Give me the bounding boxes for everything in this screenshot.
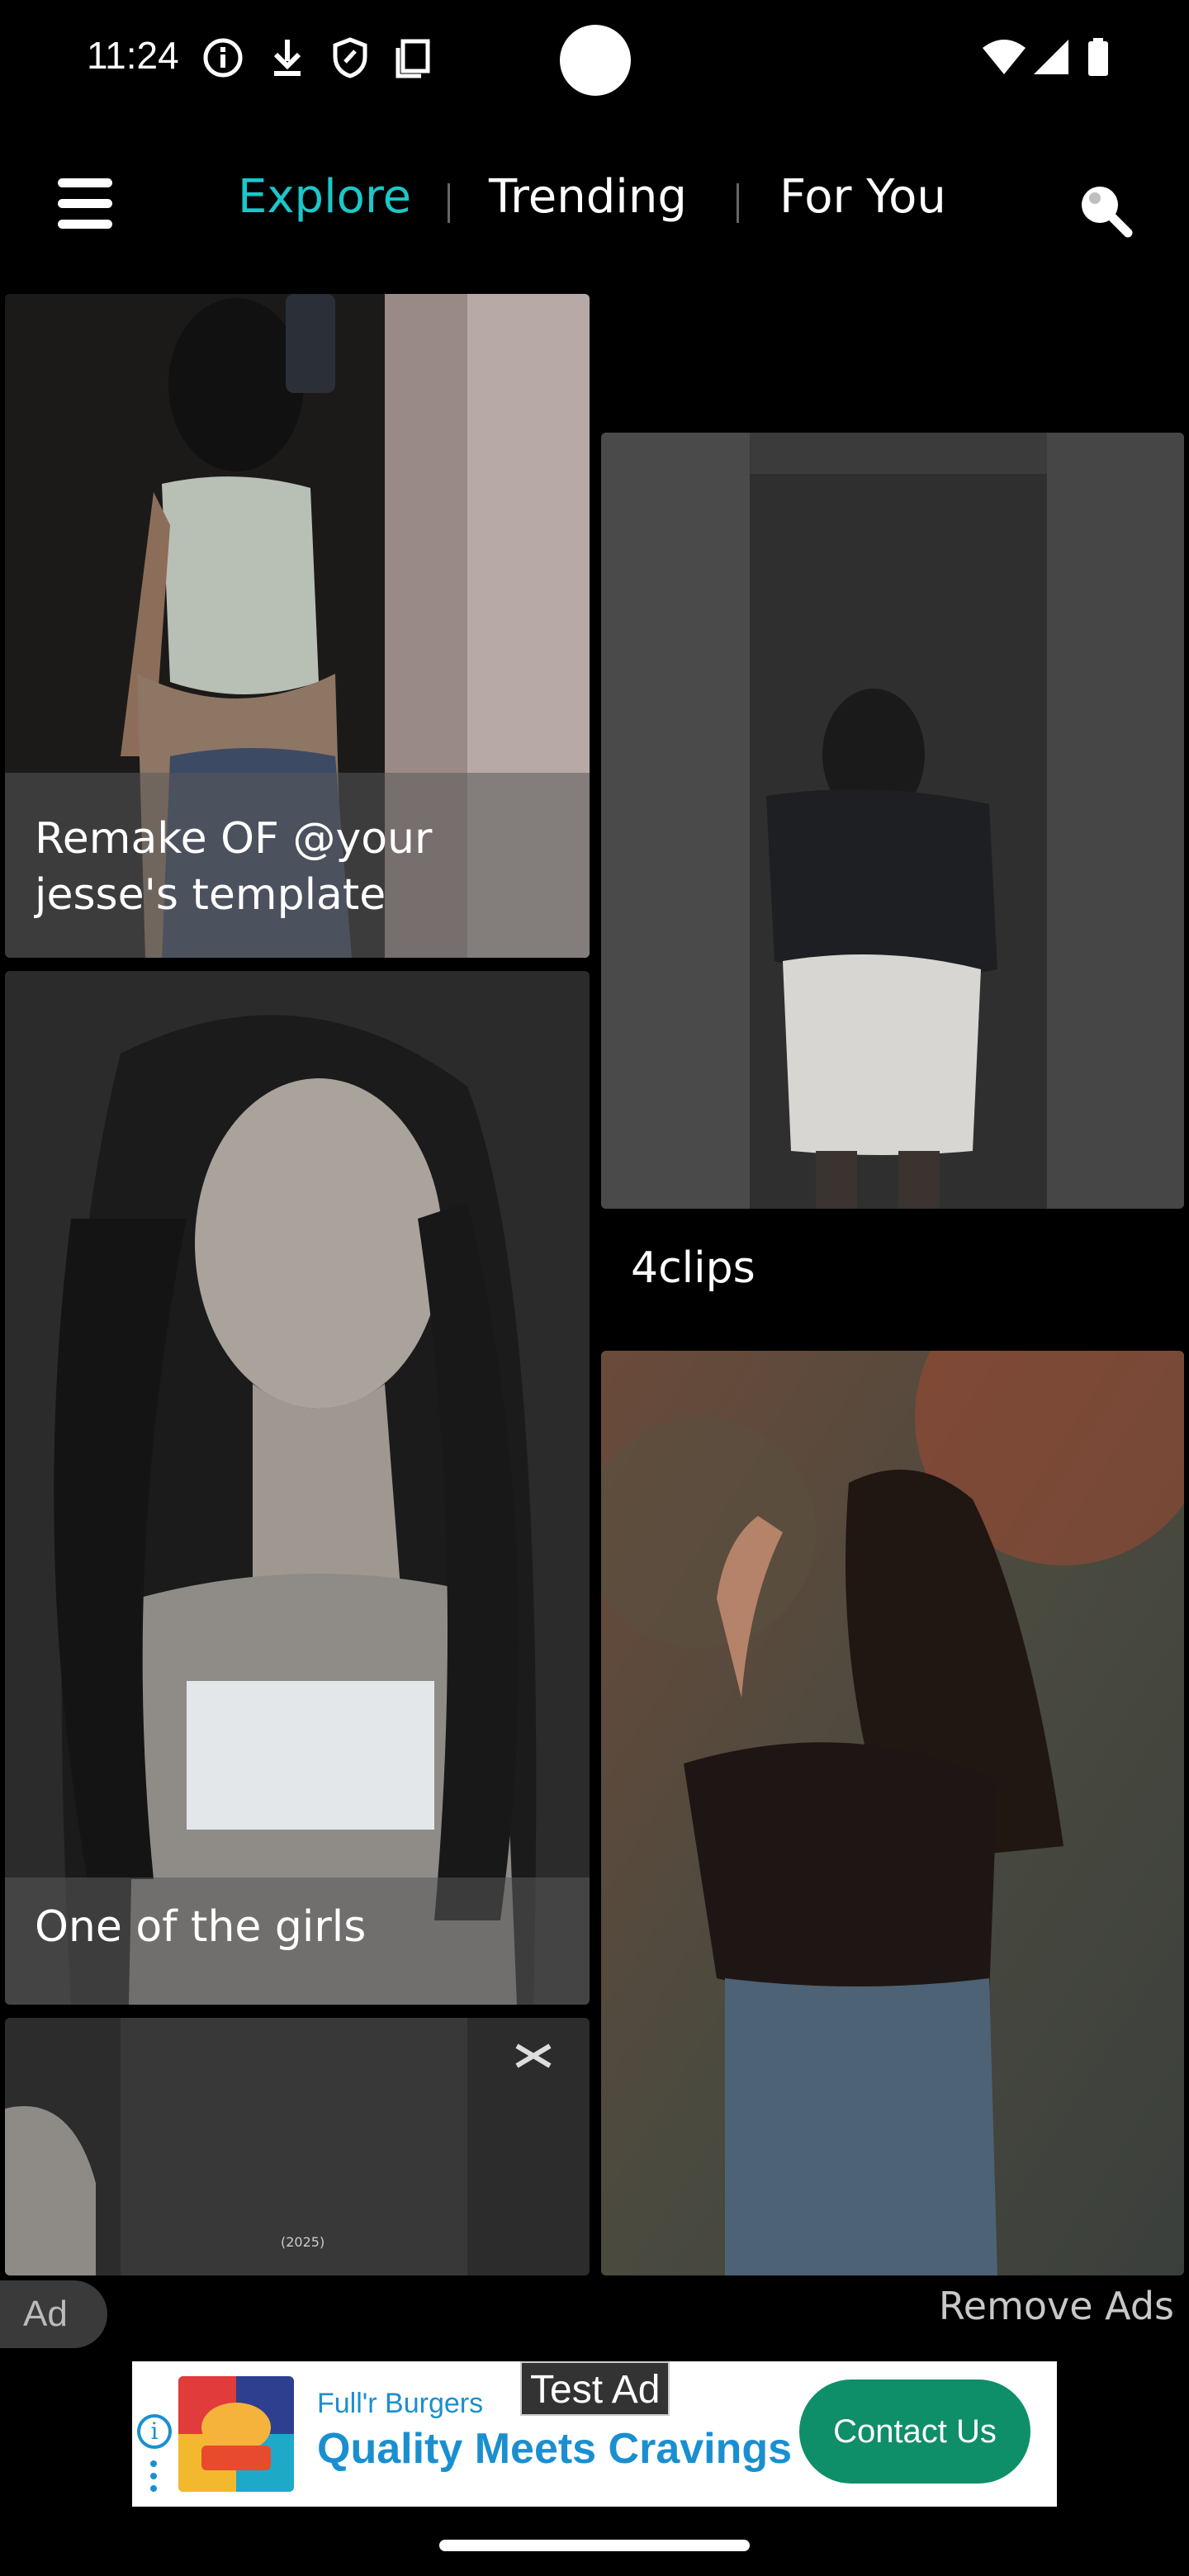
contact-us-button[interactable]: Contact Us: [799, 2379, 1030, 2484]
hamburger-menu-icon[interactable]: [58, 178, 112, 230]
signal-icon: [1034, 40, 1068, 74]
test-ad-label: Test Ad: [520, 2361, 670, 2416]
template-card[interactable]: Remake OF @your jesse's template: [5, 294, 590, 958]
template-caption: Remake OF @your: [35, 814, 433, 864]
template-thumbnail: [601, 433, 1184, 1209]
template-card[interactable]: [601, 433, 1184, 1209]
status-time: 11:24: [87, 34, 179, 77]
search-icon[interactable]: [1075, 180, 1135, 239]
tab-for-you[interactable]: For You: [779, 170, 946, 224]
wifi-icon: [983, 40, 1026, 74]
template-caption: jesse's template: [35, 870, 386, 920]
template-card[interactable]: [601, 1351, 1184, 2275]
tab-divider: [448, 183, 450, 223]
clipboard-icon: [396, 39, 430, 78]
status-bar: 11:24: [0, 0, 1189, 124]
ad-badge: Ad: [0, 2280, 107, 2348]
tab-divider: [737, 183, 739, 223]
info-icon: [203, 38, 243, 78]
template-thumbnail: [601, 1351, 1184, 2275]
tab-explore[interactable]: Explore: [238, 170, 411, 224]
top-nav: Explore Trending For You: [0, 132, 1189, 272]
ad-banner[interactable]: i Full'r Burgers Quality Meets Cravings …: [132, 2361, 1057, 2507]
template-caption: One of the girls: [35, 1902, 367, 1952]
shield-icon: [333, 37, 367, 78]
burger-logo-icon: [178, 2376, 294, 2492]
thumbnail-year: (2025): [281, 2234, 325, 2250]
ad-brand: Full'r Burgers: [317, 2388, 484, 2419]
template-card[interactable]: One of the girls: [5, 971, 590, 2005]
camera-cutout: [560, 25, 631, 96]
home-indicator[interactable]: [439, 2540, 750, 2551]
template-thumbnail: [5, 971, 590, 2005]
template-caption: 4clips: [631, 1243, 756, 1293]
battery-icon: [1088, 38, 1108, 76]
tab-trending[interactable]: Trending: [489, 170, 687, 224]
template-card[interactable]: (2025): [5, 2018, 590, 2275]
ad-headline: Quality Meets Cravings: [317, 2425, 793, 2473]
ad-more-icon[interactable]: [150, 2460, 157, 2497]
remove-ads-link[interactable]: Remove Ads: [939, 2284, 1174, 2328]
download-icon: [273, 40, 301, 76]
ad-info-icon[interactable]: i: [137, 2414, 172, 2449]
